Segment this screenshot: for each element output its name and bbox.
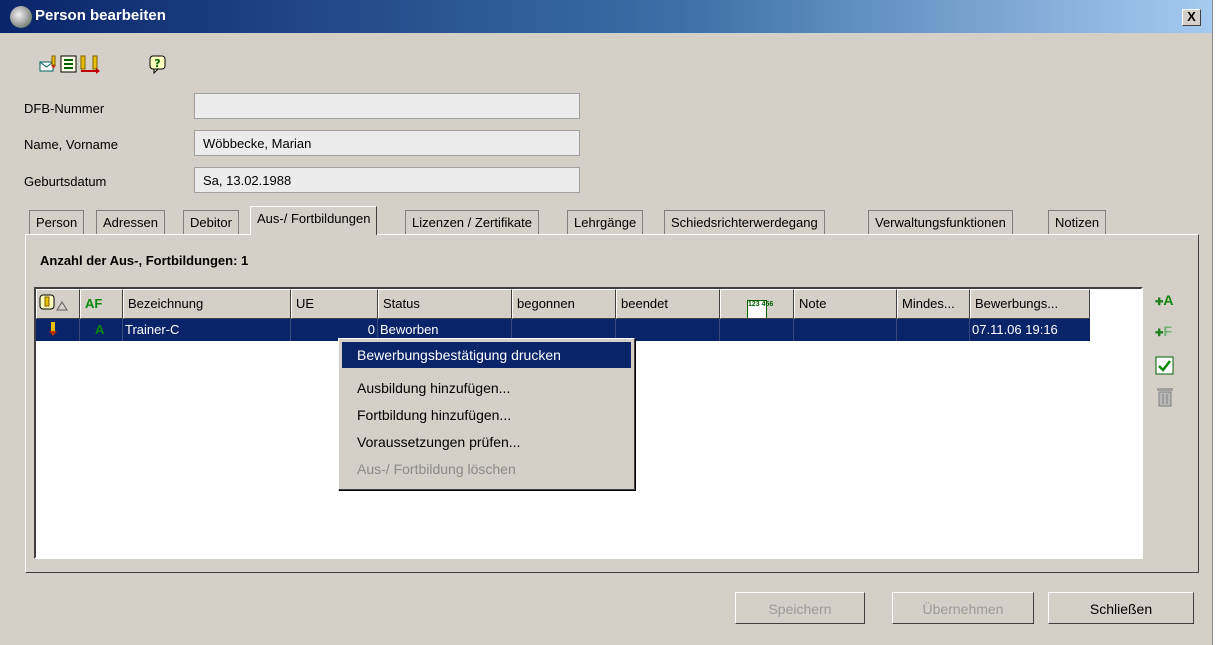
birthdate-field[interactable]: Sa, 13.02.1988 xyxy=(194,167,580,193)
close-dialog-button[interactable]: Schließen xyxy=(1048,592,1194,624)
column-header-af[interactable]: AF xyxy=(80,289,123,319)
menu-item-check-requirements[interactable]: Voraussetzungen prüfen... xyxy=(342,429,631,455)
add-ausbildung-icon[interactable]: ✚A xyxy=(1155,292,1175,312)
apply-button[interactable]: Übernehmen xyxy=(892,592,1034,624)
row-mindes[interactable] xyxy=(897,319,970,341)
tab-person[interactable]: Person xyxy=(29,210,85,234)
row-note[interactable] xyxy=(794,319,897,341)
menu-item-print-confirmation[interactable]: Bewerbungsbestätigung drucken xyxy=(342,342,631,368)
export-icon[interactable] xyxy=(80,54,100,74)
add-fortbildung-icon[interactable]: ✚F xyxy=(1155,323,1175,343)
save-button[interactable]: Speichern xyxy=(735,592,865,624)
app-icon xyxy=(10,6,32,28)
tab-lehrgaenge[interactable]: Lehrgänge xyxy=(567,210,644,234)
numbers-icon: 123 456 xyxy=(747,300,773,318)
count-label: Anzahl der Aus-, Fortbildungen: 1 xyxy=(40,253,249,268)
column-header-note[interactable]: Note xyxy=(794,289,897,319)
column-header-warning[interactable] xyxy=(36,289,80,319)
menu-item-delete: Aus-/ Fortbildung löschen xyxy=(357,461,516,477)
menu-item-add-ausbildung[interactable]: Ausbildung hinzufügen... xyxy=(342,375,631,401)
row-status-icon xyxy=(36,319,80,341)
check-requirements-icon[interactable] xyxy=(1155,356,1175,376)
row-bewerbung[interactable]: 07.11.06 19:16 xyxy=(970,319,1090,341)
title-bar[interactable] xyxy=(0,0,1212,33)
name-label: Name, Vorname xyxy=(24,137,118,152)
birthdate-label: Geburtsdatum xyxy=(24,174,107,189)
column-header-mindes[interactable]: Mindes... xyxy=(897,289,970,319)
name-field[interactable]: Wöbbecke, Marian xyxy=(194,130,580,156)
column-header-bezeichnung[interactable]: Bezeichnung xyxy=(123,289,291,319)
warning-icon xyxy=(39,294,75,317)
tab-verwaltungsfunktionen[interactable]: Verwaltungsfunktionen xyxy=(868,210,1013,234)
mail-check-icon[interactable] xyxy=(39,54,59,74)
tab-lizenzen[interactable]: Lizenzen / Zertifikate xyxy=(405,210,539,234)
dfb-number-field[interactable] xyxy=(194,93,580,119)
list-icon[interactable] xyxy=(59,54,79,74)
svg-text:?: ? xyxy=(154,57,160,70)
context-menu: Bewerbungsbestätigung drucken Ausbildung… xyxy=(338,338,635,490)
close-button[interactable]: X xyxy=(1182,9,1201,26)
row-bezeichnung[interactable]: Trainer-C xyxy=(123,319,291,341)
row-type-icon: A xyxy=(80,319,123,341)
window-edge xyxy=(1212,0,1223,645)
column-header-beendet[interactable]: beendet xyxy=(616,289,720,319)
window-title: Person bearbeiten xyxy=(35,7,166,24)
tab-schiedsrichterwerdegang[interactable]: Schiedsrichterwerdegang xyxy=(664,210,825,234)
tab-aus-fortbildungen[interactable]: Aus-/ Fortbildungen xyxy=(250,206,378,235)
column-header-numbers[interactable]: 123 456 xyxy=(720,289,794,319)
row-numbers[interactable] xyxy=(720,319,794,341)
menu-item-add-fortbildung[interactable]: Fortbildung hinzufügen... xyxy=(342,402,631,428)
dfb-number-label: DFB-Nummer xyxy=(24,101,105,116)
column-header-status[interactable]: Status xyxy=(378,289,512,319)
delete-icon[interactable] xyxy=(1155,386,1175,407)
help-icon[interactable]: ? xyxy=(148,54,168,75)
tab-notizen[interactable]: Notizen xyxy=(1048,210,1107,234)
column-header-bewerbung[interactable]: Bewerbungs... xyxy=(970,289,1090,319)
tab-debitor[interactable]: Debitor xyxy=(183,210,239,234)
column-header-ue[interactable]: UE xyxy=(291,289,378,319)
column-header-begonnen[interactable]: begonnen xyxy=(512,289,616,319)
tab-adressen[interactable]: Adressen xyxy=(96,210,165,234)
